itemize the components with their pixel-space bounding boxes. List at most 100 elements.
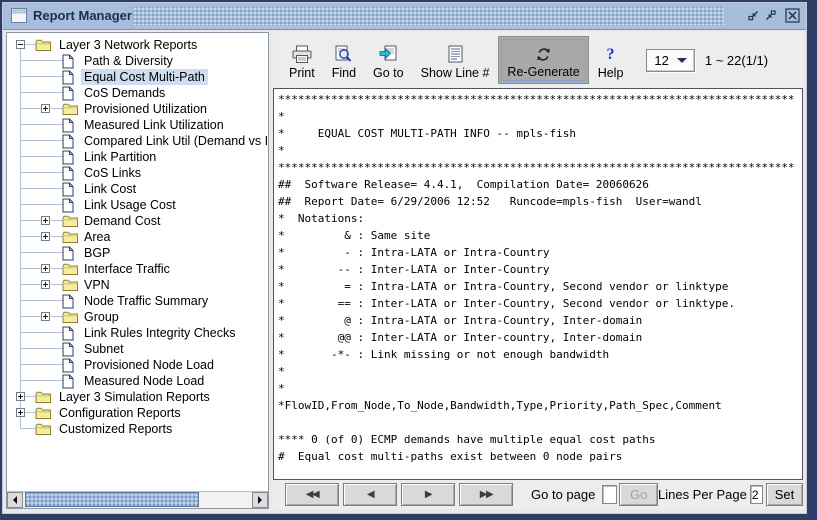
scroll-right-button[interactable] [252, 492, 268, 508]
window-frame-icon [11, 8, 27, 23]
tree-connector-line [20, 268, 41, 269]
tree-connector-line [20, 236, 41, 237]
goto-button[interactable]: Go to [365, 36, 412, 84]
find-button[interactable]: Find [324, 36, 364, 84]
regenerate-button[interactable]: Re-Generate [498, 36, 588, 84]
tree-item-area[interactable]: Area [7, 229, 268, 245]
tree-item-measured-link-utilization[interactable]: Measured Link Utilization [7, 117, 268, 133]
titlebar-texture [133, 7, 724, 25]
print-button[interactable]: Print [281, 36, 323, 84]
tree-item-configuration-reports[interactable]: Configuration Reports [7, 405, 268, 421]
expand-plus-icon[interactable] [41, 104, 50, 113]
window-title: Report Manager [33, 8, 132, 23]
expand-plus-icon[interactable] [41, 312, 50, 321]
show-line-number-icon [447, 44, 464, 64]
scrollbar-track[interactable] [23, 492, 252, 508]
expand-plus-icon[interactable] [41, 264, 50, 273]
lines-per-page-input[interactable] [750, 485, 763, 504]
minimize-button[interactable] [745, 7, 762, 24]
tree-connector-line [20, 332, 63, 333]
tree-connector-line [20, 252, 63, 253]
close-button[interactable] [784, 7, 801, 24]
double-left-arrow-icon: ◀◀ [306, 489, 318, 500]
tree-item-label: Link Usage Cost [81, 197, 179, 213]
tree-item-equal-cost-multi-path[interactable]: Equal Cost Multi-Path [7, 69, 268, 85]
tree-item-customized-reports[interactable]: Customized Reports [7, 421, 268, 437]
expand-plus-icon[interactable] [41, 216, 50, 225]
tree-item-cos-demands[interactable]: CoS Demands [7, 85, 268, 101]
tree-item-interface-traffic[interactable]: Interface Traffic [7, 261, 268, 277]
tree-item-group[interactable]: Group [7, 309, 268, 325]
toolbar: Print Find [273, 32, 803, 88]
tree-item-node-traffic-summary[interactable]: Node Traffic Summary [7, 293, 268, 309]
tree-connector-line [20, 92, 63, 93]
chevron-down-icon [677, 58, 687, 68]
expand-plus-icon[interactable] [41, 232, 50, 241]
report-manager-window: Report Manager [2, 2, 807, 514]
scroll-left-button[interactable] [7, 492, 23, 508]
page-nav-buttons: ◀◀◀▶▶▶ [285, 483, 517, 506]
previous-page-button[interactable]: ◀ [343, 483, 397, 506]
expand-plus-icon[interactable] [41, 280, 50, 289]
tree-item-label: Configuration Reports [56, 405, 184, 421]
set-button[interactable]: Set [766, 483, 803, 506]
tree-item-label: Provisioned Utilization [81, 101, 210, 117]
titlebar[interactable]: Report Manager [3, 3, 806, 30]
help-button[interactable]: ? Help [590, 36, 632, 84]
tree-item-measured-node-load[interactable]: Measured Node Load [7, 373, 268, 389]
page-size-value: 12 [654, 53, 668, 68]
tree-item-subnet[interactable]: Subnet [7, 341, 268, 357]
tree-item-provisioned-node-load[interactable]: Provisioned Node Load [7, 357, 268, 373]
tree-item-provisioned-utilization[interactable]: Provisioned Utilization [7, 101, 268, 117]
tree-item-compared-link-util-demand-vs-inte[interactable]: Compared Link Util (Demand vs Inte [7, 133, 268, 149]
tree-connector-line [20, 364, 63, 365]
tree-item-vpn[interactable]: VPN [7, 277, 268, 293]
tree-connector-line [20, 380, 63, 381]
lines-per-page-label: Lines Per Page [658, 487, 747, 502]
tree-item-label: CoS Demands [81, 85, 168, 101]
tree-item-layer-3-network-reports[interactable]: Layer 3 Network Reports [7, 37, 268, 53]
expand-plus-icon[interactable] [16, 408, 25, 417]
first-page-button[interactable]: ◀◀ [285, 483, 339, 506]
tree-connector-line [20, 204, 63, 205]
tree-connector-line [20, 76, 63, 77]
print-icon [291, 44, 313, 64]
tree-horizontal-scrollbar[interactable] [7, 491, 268, 508]
go-button[interactable]: Go [619, 483, 658, 506]
find-icon [334, 44, 353, 64]
tree-connector-line [20, 108, 41, 109]
tree-connector-line [20, 348, 63, 349]
line-range-label: 1 ~ 22(1/1) [705, 53, 768, 68]
goto-button-label: Go to [373, 66, 404, 80]
tree-item-link-cost[interactable]: Link Cost [7, 181, 268, 197]
tree-item-label: Interface Traffic [81, 261, 173, 277]
tree-item-bgp[interactable]: BGP [7, 245, 268, 261]
goto-page-input[interactable] [602, 485, 617, 504]
expand-plus-icon[interactable] [16, 392, 25, 401]
tree-item-label: Node Traffic Summary [81, 293, 211, 309]
next-page-button[interactable]: ▶ [401, 483, 455, 506]
show-line-number-button[interactable]: Show Line # [413, 36, 498, 84]
tree-item-cos-links[interactable]: CoS Links [7, 165, 268, 181]
report-tree: Layer 3 Network ReportsPath & DiversityE… [7, 33, 268, 437]
left-arrow-icon: ◀ [367, 489, 373, 500]
regenerate-icon [535, 43, 552, 63]
tree-item-link-partition[interactable]: Link Partition [7, 149, 268, 165]
last-page-button[interactable]: ▶▶ [459, 483, 513, 506]
report-view[interactable]: ****************************************… [273, 88, 803, 480]
tree-item-label: Demand Cost [81, 213, 163, 229]
show-line-number-button-label: Show Line # [421, 66, 490, 80]
collapse-minus-icon[interactable] [16, 40, 25, 49]
tree-item-label: Group [81, 309, 122, 325]
maximize-button[interactable] [762, 7, 779, 24]
tree-item-layer-3-simulation-reports[interactable]: Layer 3 Simulation Reports [7, 389, 268, 405]
scrollbar-thumb[interactable] [25, 492, 199, 507]
tree-item-link-usage-cost[interactable]: Link Usage Cost [7, 197, 268, 213]
tree-item-path-diversity[interactable]: Path & Diversity [7, 53, 268, 69]
tree-item-demand-cost[interactable]: Demand Cost [7, 213, 268, 229]
tree-item-label: Area [81, 229, 113, 245]
report-view-panel: Print Find [273, 32, 803, 509]
page-size-select[interactable]: 12 [646, 49, 694, 72]
tree-item-link-rules-integrity-checks[interactable]: Link Rules Integrity Checks [7, 325, 268, 341]
tree-item-label: Link Partition [81, 149, 159, 165]
